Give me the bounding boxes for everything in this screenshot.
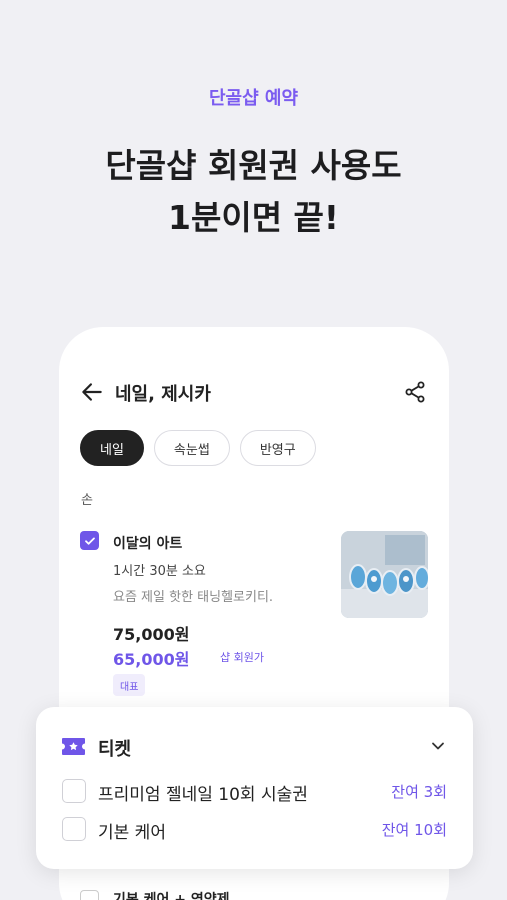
ticket-name: 프리미엄 젤네일 10회 시술권 [98, 785, 308, 805]
ticket-checkbox[interactable] [62, 779, 86, 803]
representative-badge: 대표 [113, 674, 146, 696]
ticket-row-basic[interactable]: 기본 케어 잔여 10회 [62, 816, 447, 843]
app-topbar: 네일, 제시카 [59, 377, 449, 407]
item-title: 이달의 아트 [113, 536, 183, 552]
ticket-title: 티켓 [98, 739, 132, 760]
promo-eyebrow: 단골샵 예약 [208, 88, 299, 109]
arrow-left-icon[interactable] [79, 379, 105, 405]
ticket-remaining: 잔여 10회 [381, 821, 447, 839]
ticket-remaining: 잔여 3회 [391, 783, 447, 801]
headline-line-2: 1분이면 끝! [168, 198, 339, 237]
nail-art-image [341, 531, 428, 618]
headline-line-1: 단골샵 회원권 사용도 [105, 146, 402, 185]
ticket-icon [62, 738, 85, 755]
ticket-panel: 티켓 프리미엄 젤네일 10회 시술권 잔여 3회 기본 케어 잔여 10회 [36, 707, 473, 869]
tab-eyelash[interactable]: 속눈썹 [153, 430, 230, 466]
item-member-price: 65,000원 [113, 650, 190, 669]
category-tabs: 네일 속눈썹 반영구 [80, 430, 316, 466]
item-duration: 1시간 30분 소요 [113, 564, 206, 579]
section-label: 손 [81, 493, 93, 508]
item-checkbox[interactable] [80, 531, 99, 550]
check-icon [84, 537, 95, 545]
next-item-checkbox[interactable] [80, 890, 99, 900]
shop-title: 네일, 제시카 [115, 384, 211, 405]
ticket-checkbox[interactable] [62, 817, 86, 841]
item-description: 요즘 제일 핫한 태닝헬로키티. [113, 590, 274, 605]
member-price-label: 샵 회원가 [220, 651, 264, 664]
item-thumbnail[interactable] [341, 531, 428, 618]
tab-nail[interactable]: 네일 [80, 430, 144, 466]
share-icon[interactable] [403, 380, 427, 404]
item-price: 75,000원 [113, 625, 190, 644]
promo-headline: 단골샵 회원권 사용도 1분이면 끝! [0, 140, 507, 244]
ticket-row-premium[interactable]: 프리미엄 젤네일 10회 시술권 잔여 3회 [62, 778, 447, 805]
tab-semi-permanent[interactable]: 반영구 [239, 430, 316, 466]
next-item-title: 기본 케어 + 영양제 [113, 892, 230, 900]
chevron-down-icon[interactable] [429, 737, 447, 755]
ticket-name: 기본 케어 [98, 823, 166, 843]
